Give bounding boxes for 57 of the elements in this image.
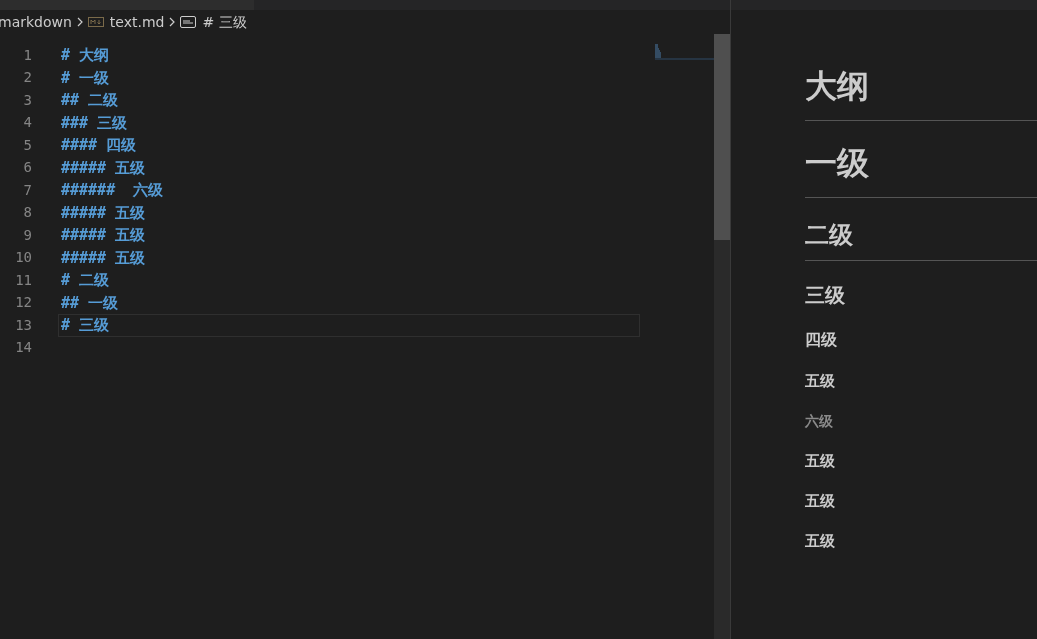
code-text: # 三级 xyxy=(61,315,110,336)
code-line[interactable]: ###### 六级 xyxy=(58,179,640,202)
code-text: ## 一级 xyxy=(61,292,119,314)
line-number: 6 xyxy=(22,158,32,178)
code-line[interactable]: # 大纲 xyxy=(58,44,640,67)
line-number: 10 xyxy=(14,248,32,268)
line-number: 9 xyxy=(22,225,32,245)
code-text: # 一级 xyxy=(61,67,110,89)
text-symbol-icon xyxy=(180,16,197,28)
code-text: ##### 五级 xyxy=(61,202,146,224)
line-number: 14 xyxy=(14,338,32,358)
code-line[interactable]: ##### 五级 xyxy=(58,246,640,269)
preview-heading: 四级 xyxy=(805,329,838,351)
preview-heading: 五级 xyxy=(805,451,836,471)
chevron-right-icon xyxy=(168,16,177,28)
code-line[interactable]: ## 二级 xyxy=(58,89,640,112)
breadcrumb-item[interactable]: text.md xyxy=(109,11,165,33)
chevron-right-icon xyxy=(75,16,84,28)
markdown-file-icon xyxy=(87,17,104,27)
line-number: 5 xyxy=(22,135,32,155)
line-number: 8 xyxy=(22,203,32,223)
preview-heading: 三级 xyxy=(805,282,846,309)
code-text: ##### 五级 xyxy=(61,157,146,179)
code-line[interactable]: ## 一级 xyxy=(58,291,640,314)
preview-heading: 大纲 xyxy=(805,64,1037,121)
line-number: 12 xyxy=(14,293,32,313)
code-text: #### 四级 xyxy=(61,135,137,156)
preview-heading: 五级 xyxy=(805,491,836,511)
code-line[interactable]: ### 三级 xyxy=(58,111,640,134)
code-text: # 大纲 xyxy=(61,45,110,66)
preview-heading: 五级 xyxy=(805,371,836,391)
scrollbar-thumb[interactable] xyxy=(714,34,730,240)
breadcrumb-item[interactable]: markdown xyxy=(0,11,72,33)
line-number: 2 xyxy=(22,68,32,88)
preview-heading: 二级 xyxy=(805,218,1037,261)
preview-heading: 六级 xyxy=(805,412,834,431)
preview-heading: 一级 xyxy=(805,141,1037,198)
code-line[interactable]: ##### 五级 xyxy=(58,156,640,179)
code-line[interactable]: ##### 五级 xyxy=(58,224,640,247)
code-line[interactable]: #### 四级 xyxy=(58,134,640,157)
line-number: 3 xyxy=(22,90,32,110)
line-number: 13 xyxy=(14,315,32,335)
code-line[interactable]: # 二级 xyxy=(58,269,640,292)
code-line[interactable]: ##### 五级 xyxy=(58,201,640,224)
line-number: 1 xyxy=(22,45,32,65)
code-text: # 二级 xyxy=(61,270,110,291)
code-line[interactable]: # 一级 xyxy=(58,66,640,89)
line-number: 7 xyxy=(22,180,32,200)
code-text: ## 二级 xyxy=(61,90,119,111)
line-number: 4 xyxy=(22,113,32,133)
line-number: 11 xyxy=(14,270,32,290)
breadcrumb-item[interactable]: # 三级 xyxy=(202,11,247,33)
preview-heading: 五级 xyxy=(805,531,836,551)
code-text: ###### 六级 xyxy=(61,180,164,201)
code-text: ##### 五级 xyxy=(61,225,146,246)
code-text: ### 三级 xyxy=(61,112,128,134)
code-text: ##### 五级 xyxy=(61,247,146,269)
